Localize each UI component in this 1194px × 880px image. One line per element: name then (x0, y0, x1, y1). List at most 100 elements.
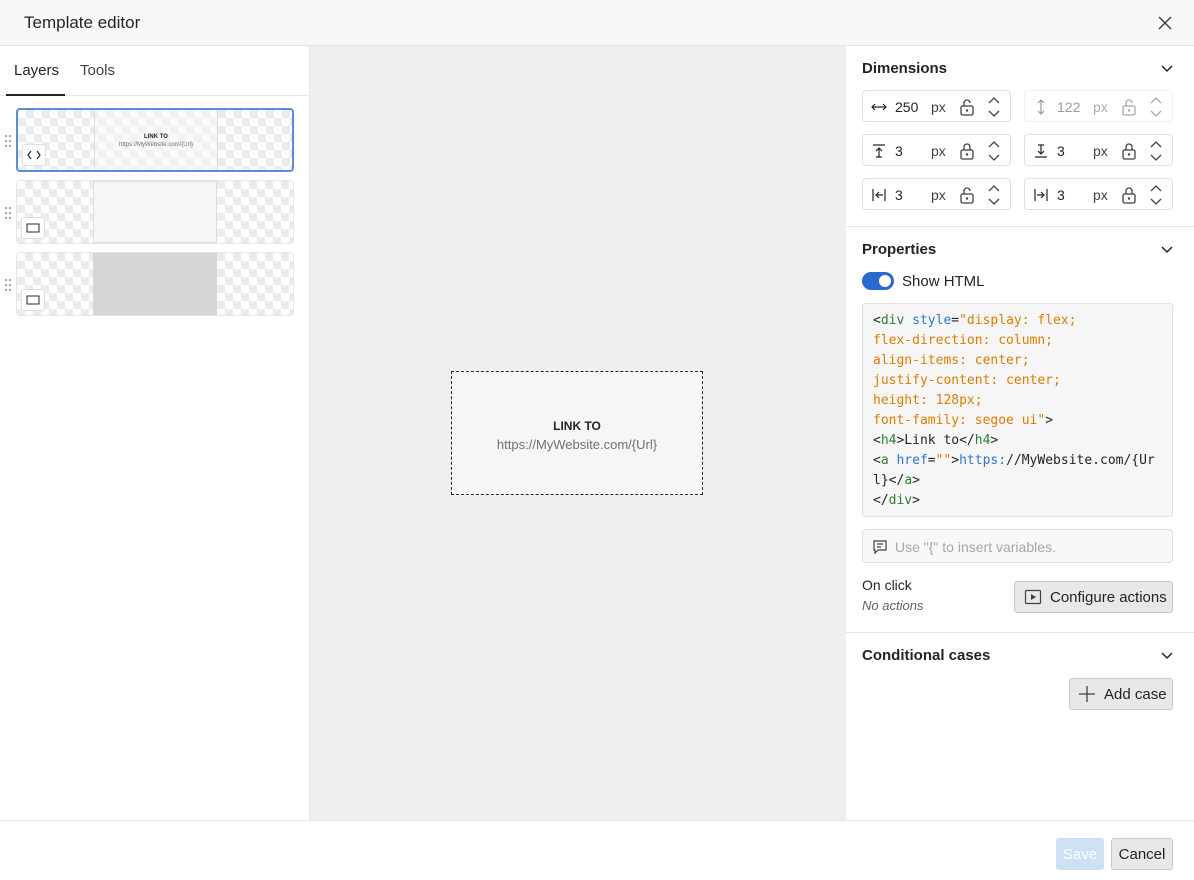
dialog-footer: Save Cancel (0, 820, 1194, 880)
margin-left-unit: px (931, 187, 946, 203)
rectangle-icon (26, 295, 40, 305)
margin-top-value: 3 (895, 143, 903, 159)
close-icon[interactable] (1156, 14, 1174, 32)
margin-top-icon (873, 144, 885, 158)
drag-handle-icon[interactable] (4, 134, 12, 148)
code-icon (27, 150, 41, 160)
width-unit: px (931, 99, 946, 115)
html-code-editor[interactable]: <div style="display: flex; flex-direction… (862, 303, 1173, 517)
layers-panel: Layers Tools LINK TO https://MyWebsite.c… (0, 46, 310, 820)
margin-left-field[interactable]: 3 px (862, 178, 1011, 210)
configure-actions-button[interactable]: Configure actions (1014, 581, 1173, 613)
stepper-icon[interactable] (1149, 94, 1163, 120)
plus-icon (1079, 686, 1095, 702)
code-line: l}</a> (873, 473, 920, 488)
properties-panel: Dimensions 250 px 122 px 3 px 3 px 3 px (846, 46, 1194, 820)
margin-bottom-icon (1035, 144, 1047, 158)
variables-placeholder: Use "{" to insert variables. (895, 539, 1056, 555)
rectangle-icon (26, 223, 40, 233)
dialog-header: Template editor (0, 0, 1194, 46)
code-line: align-items: center; (873, 353, 1030, 368)
height-icon (1037, 99, 1045, 115)
editor-canvas[interactable]: LINK TO https://MyWebsite.com/{Url} (310, 46, 846, 820)
margin-right-unit: px (1093, 187, 1108, 203)
margin-bottom-field[interactable]: 3 px (1024, 134, 1173, 166)
play-icon (1024, 589, 1042, 605)
stepper-icon[interactable] (987, 94, 1001, 120)
layer-item-html[interactable]: LINK TO https://MyWebsite.com/{Url} (16, 108, 294, 172)
margin-left-icon (872, 189, 886, 201)
stepper-icon[interactable] (987, 182, 1001, 208)
layer-thumbnail (93, 253, 217, 315)
height-field[interactable]: 122 px (1024, 90, 1173, 122)
add-case-label: Add case (1104, 685, 1167, 703)
section-divider (846, 226, 1194, 227)
width-icon (871, 103, 887, 111)
no-actions-text: No actions (862, 598, 924, 613)
code-line: font-family: segoe ui"> (873, 413, 1054, 428)
save-button[interactable]: Save (1056, 838, 1104, 870)
dimensions-title: Dimensions (862, 60, 948, 77)
code-line: flex-direction: column; (873, 333, 1054, 348)
properties-title: Properties (862, 241, 937, 258)
layer-type-badge (21, 289, 45, 311)
layer-item-rectangle[interactable] (16, 252, 294, 316)
margin-top-field[interactable]: 3 px (862, 134, 1011, 166)
margin-right-field[interactable]: 3 px (1024, 178, 1173, 210)
template-preview[interactable]: LINK TO https://MyWebsite.com/{Url} (451, 371, 703, 495)
show-html-toggle[interactable] (862, 272, 894, 290)
height-value: 122 (1057, 99, 1081, 115)
width-value: 250 (895, 99, 919, 115)
code-line: </div> (873, 493, 920, 508)
unlock-icon[interactable] (1121, 98, 1137, 116)
code-line: <a href="">https://MyWebsite.com/{Ur (873, 453, 1155, 468)
thumbnail-heading: LINK TO (144, 134, 168, 140)
preview-link[interactable]: https://MyWebsite.com/{Url} (497, 437, 657, 452)
margin-bottom-value: 3 (1057, 143, 1065, 159)
code-line: <div style="display: flex; (873, 313, 1077, 328)
lock-icon[interactable] (959, 142, 975, 160)
lock-icon[interactable] (1121, 186, 1137, 204)
width-field[interactable]: 250 px (862, 90, 1011, 122)
comment-icon (873, 540, 887, 555)
chevron-down-icon[interactable] (1160, 61, 1174, 75)
margin-bottom-unit: px (1093, 143, 1108, 159)
stepper-icon[interactable] (987, 138, 1001, 164)
unlock-icon[interactable] (959, 186, 975, 204)
drag-handle-icon[interactable] (4, 278, 12, 292)
layer-thumbnail: LINK TO https://MyWebsite.com/{Url} (94, 110, 218, 170)
section-divider (846, 632, 1194, 633)
conditional-cases-title: Conditional cases (862, 647, 991, 664)
configure-actions-label: Configure actions (1050, 588, 1167, 606)
dialog-title: Template editor (24, 13, 141, 32)
code-line: <h4>Link to</h4> (873, 433, 999, 448)
stepper-icon[interactable] (1149, 138, 1163, 164)
toggle-knob (879, 275, 891, 287)
height-unit: px (1093, 99, 1108, 115)
unlock-icon[interactable] (959, 98, 975, 116)
layer-thumbnail (93, 181, 217, 243)
chevron-down-icon[interactable] (1160, 648, 1174, 662)
add-case-button[interactable]: Add case (1069, 678, 1173, 710)
drag-handle-icon[interactable] (4, 206, 12, 220)
margin-right-value: 3 (1057, 187, 1065, 203)
tab-tools[interactable]: Tools (80, 62, 115, 79)
margin-right-icon (1034, 189, 1048, 201)
cancel-button[interactable]: Cancel (1111, 838, 1173, 870)
thumbnail-link: https://MyWebsite.com/{Url} (119, 142, 193, 148)
active-tab-indicator (6, 94, 65, 96)
show-html-label: Show HTML (902, 273, 985, 290)
margin-top-unit: px (931, 143, 946, 159)
preview-heading: LINK TO (553, 418, 601, 433)
tab-layers[interactable]: Layers (14, 62, 59, 79)
layer-item-rectangle[interactable] (16, 180, 294, 244)
variables-input[interactable]: Use "{" to insert variables. (862, 529, 1173, 563)
chevron-down-icon[interactable] (1160, 242, 1174, 256)
panel-tabs: Layers Tools (0, 46, 309, 96)
code-line: justify-content: center; (873, 373, 1061, 388)
on-click-label: On click (862, 577, 912, 593)
lock-icon[interactable] (1121, 142, 1137, 160)
layer-type-badge (21, 217, 45, 239)
margin-left-value: 3 (895, 187, 903, 203)
stepper-icon[interactable] (1149, 182, 1163, 208)
